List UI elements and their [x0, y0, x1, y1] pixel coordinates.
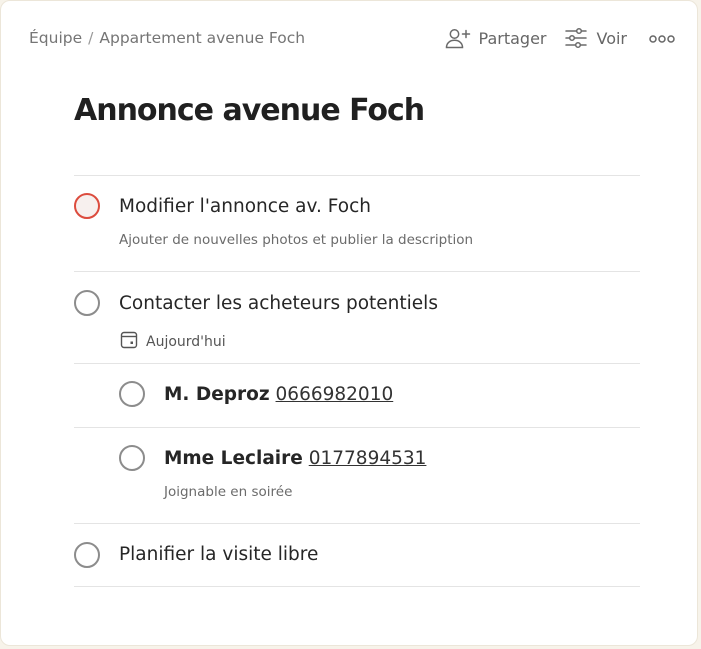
task-title[interactable]: Modifier l'annonce av. Foch — [119, 196, 371, 217]
breadcrumb-team[interactable]: Équipe — [29, 29, 82, 47]
view-label: Voir — [596, 28, 627, 48]
breadcrumb-project[interactable]: Appartement avenue Foch — [99, 29, 305, 47]
task-item[interactable]: Modifier l'annonce av. Foch Ajouter de n… — [74, 175, 640, 271]
view-button[interactable]: Voir — [564, 27, 627, 49]
contact-name: Mme Leclaire — [164, 448, 303, 469]
due-date-label: Aujourd'hui — [146, 334, 226, 350]
subtask-item[interactable]: Mme Leclaire 0177894531 Joignable en soi… — [74, 427, 640, 523]
add-person-icon — [445, 27, 471, 49]
task-title[interactable]: Contacter les acheteurs potentiels — [119, 293, 438, 314]
share-label: Partager — [478, 28, 547, 48]
task-title[interactable]: Planifier la visite libre — [119, 544, 318, 565]
page-title: Annonce avenue Foch — [74, 93, 425, 128]
subtask-checkbox[interactable] — [119, 445, 145, 471]
share-button[interactable]: Partager — [445, 27, 547, 49]
project-card: Équipe / Appartement avenue Foch Partage… — [0, 0, 698, 646]
subtask-item[interactable]: M. Deproz 0666982010 — [74, 363, 640, 427]
task-list: Modifier l'annonce av. Foch Ajouter de n… — [74, 175, 640, 587]
breadcrumb-separator: / — [88, 29, 94, 47]
subtask-title[interactable]: Mme Leclaire 0177894531 — [164, 448, 426, 469]
toolbar-actions: Partager Voir — [445, 27, 675, 49]
subtask-title[interactable]: M. Deproz 0666982010 — [164, 384, 393, 405]
phone-link[interactable]: 0177894531 — [309, 448, 427, 469]
task-item[interactable]: Planifier la visite libre — [74, 523, 640, 587]
phone-link[interactable]: 0666982010 — [276, 384, 394, 405]
calendar-icon — [120, 331, 138, 353]
top-bar: Équipe / Appartement avenue Foch Partage… — [29, 25, 675, 51]
task-checkbox-priority[interactable] — [74, 193, 100, 219]
task-checkbox[interactable] — [74, 542, 100, 568]
subtask-checkbox[interactable] — [119, 381, 145, 407]
task-item[interactable]: Contacter les acheteurs potentiels Aujou… — [74, 271, 640, 363]
more-options-button[interactable] — [649, 29, 675, 48]
more-dots-icon — [649, 29, 675, 48]
due-date[interactable]: Aujourd'hui — [120, 331, 226, 353]
task-description: Ajouter de nouvelles photos et publier l… — [119, 232, 474, 248]
task-checkbox[interactable] — [74, 290, 100, 316]
sliders-icon — [564, 27, 588, 49]
subtask-description: Joignable en soirée — [164, 484, 293, 500]
contact-name: M. Deproz — [164, 384, 270, 405]
breadcrumb: Équipe / Appartement avenue Foch — [29, 29, 305, 47]
